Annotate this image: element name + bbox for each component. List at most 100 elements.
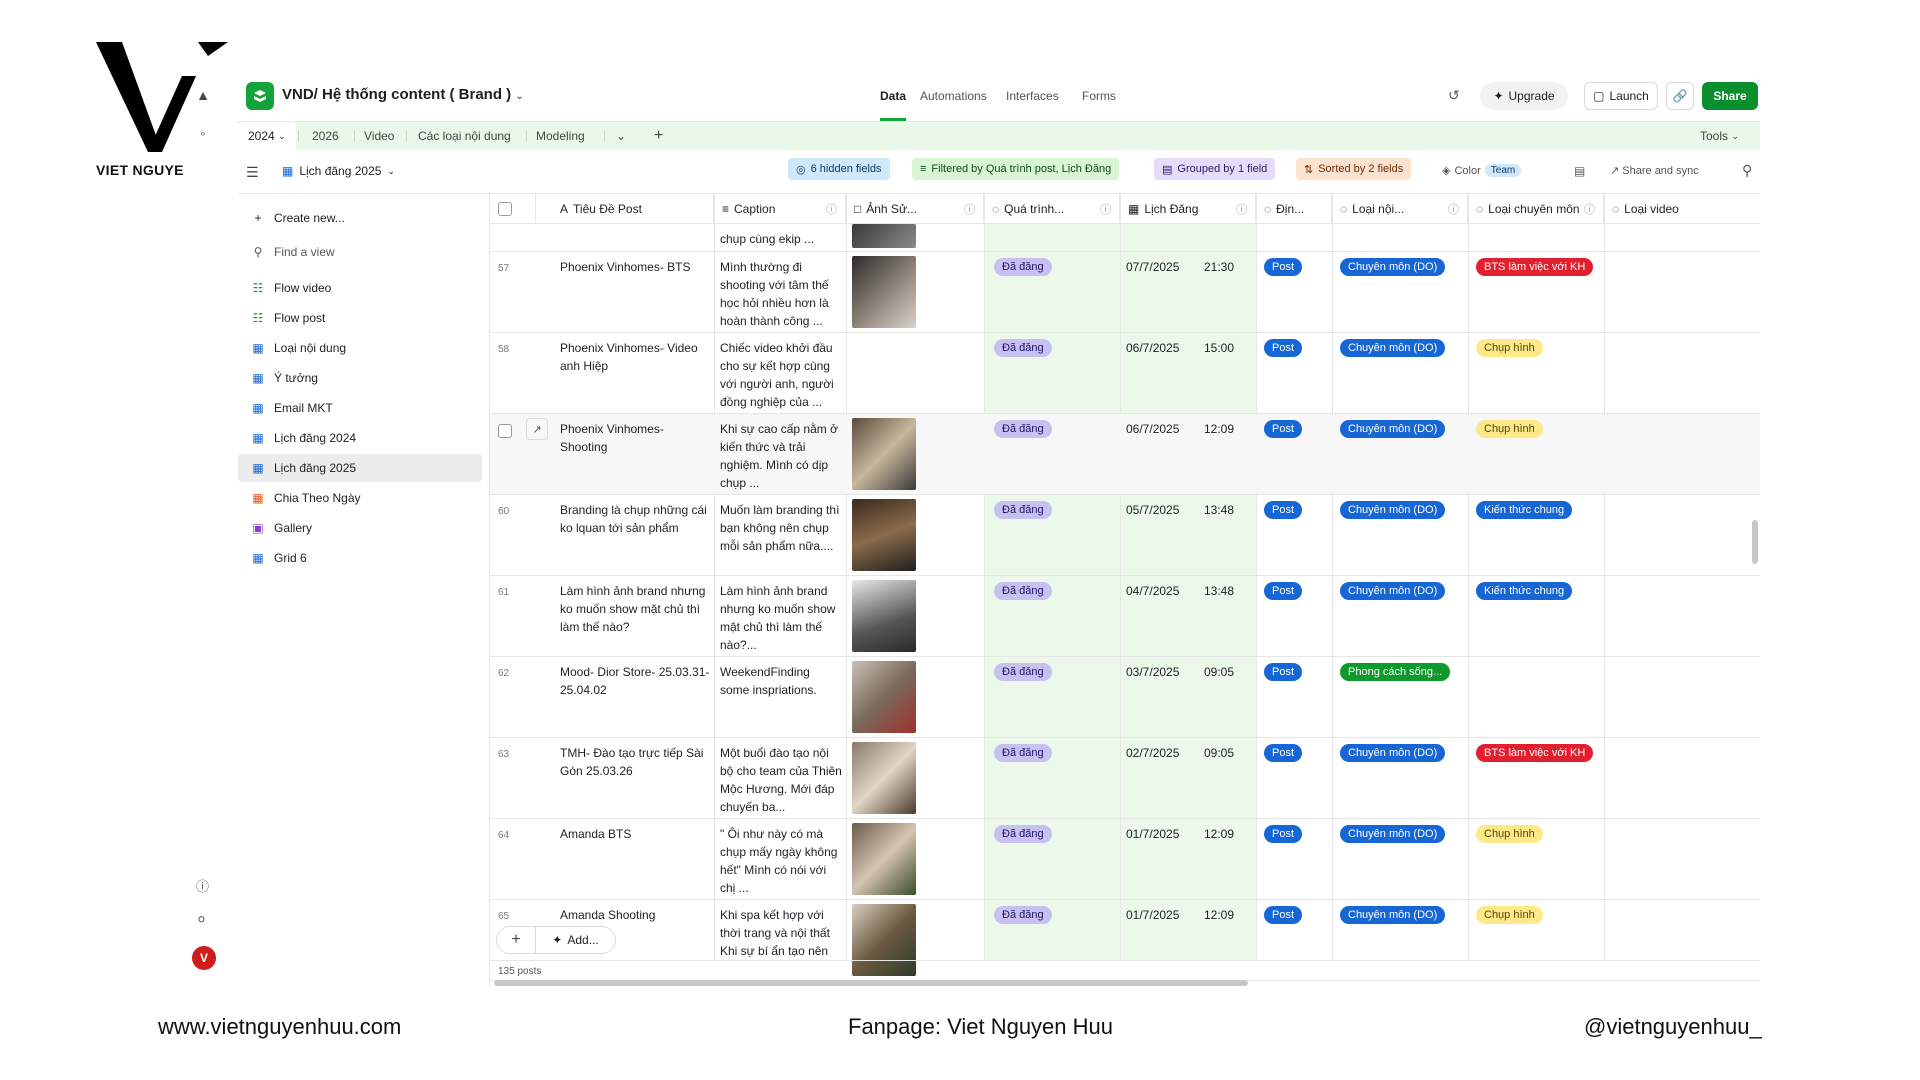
cell-time[interactable]: 12:09: [1204, 420, 1234, 438]
specialty-badge[interactable]: Chụp hình: [1476, 906, 1543, 924]
cell-title[interactable]: TMH- Đào tạo trực tiếp Sài Gòn 25.03.26: [560, 744, 710, 780]
cell-title[interactable]: Amanda Shooting: [560, 906, 710, 924]
cell-time[interactable]: 13:48: [1204, 501, 1234, 519]
specialty-badge[interactable]: Chụp hình: [1476, 339, 1543, 357]
copy-link-button[interactable]: 🔗: [1666, 82, 1694, 110]
status-badge[interactable]: Đã đăng: [994, 744, 1052, 762]
status-badge[interactable]: Đã đăng: [994, 663, 1052, 681]
cell-time[interactable]: 21:30: [1204, 258, 1234, 276]
share-button[interactable]: Share: [1702, 82, 1758, 110]
sidebar-item-ideas[interactable]: ▦ Ý tưởng: [238, 364, 482, 392]
cell-date[interactable]: 03/7/2025: [1126, 663, 1179, 681]
specialty-badge[interactable]: Chụp hình: [1476, 420, 1543, 438]
add-with-ai-button[interactable]: ✦ Add...: [536, 926, 616, 954]
cell-caption[interactable]: chụp cùng ekip ...: [720, 230, 842, 248]
format-badge[interactable]: Post: [1264, 825, 1303, 843]
help-icon[interactable]: ⓘ: [196, 876, 209, 895]
cell-date[interactable]: 06/7/2025: [1126, 339, 1179, 357]
share-sync-button[interactable]: ↗ Share and sync: [1610, 164, 1699, 177]
cell-title[interactable]: Làm hình ảnh brand nhưng ko muốn show mặ…: [560, 582, 710, 636]
tab-content-types[interactable]: Các loại nội dung: [408, 122, 521, 150]
vertical-scrollbar[interactable]: [1752, 520, 1758, 564]
format-badge[interactable]: Post: [1264, 906, 1303, 924]
image-thumbnail[interactable]: [852, 580, 916, 652]
nav-interfaces[interactable]: Interfaces: [1006, 89, 1059, 103]
cell-caption[interactable]: Khi sự cao cấp nằm ở kiến thức và trải n…: [720, 420, 842, 492]
specialty-badge[interactable]: BTS làm việc với KH: [1476, 258, 1594, 276]
group-button[interactable]: ▤ Grouped by 1 field: [1154, 158, 1276, 180]
bell-icon[interactable]: ⚪: [196, 912, 207, 928]
content-type-badge[interactable]: Chuyên môn (DO): [1340, 744, 1446, 762]
cell-time[interactable]: 13:48: [1204, 582, 1234, 600]
specialty-badge[interactable]: Chụp hình: [1476, 825, 1543, 843]
upgrade-button[interactable]: ✦ Upgrade: [1480, 82, 1568, 110]
sidebar-item-schedule-2024[interactable]: ▦ Lịch đăng 2024: [238, 424, 482, 452]
content-type-badge[interactable]: Chuyên môn (DO): [1340, 420, 1446, 438]
cell-time[interactable]: 12:09: [1204, 825, 1234, 843]
content-type-badge[interactable]: Chuyên môn (DO): [1340, 501, 1446, 519]
specialty-badge[interactable]: BTS làm việc với KH: [1476, 744, 1594, 762]
sidebar-item-email-mkt[interactable]: ▦ Email MKT: [238, 394, 482, 422]
status-badge[interactable]: Đã đăng: [994, 582, 1052, 600]
cell-caption[interactable]: WeekendFinding some inspriations.: [720, 663, 842, 735]
cell-title[interactable]: Amanda BTS: [560, 825, 710, 843]
status-badge[interactable]: Đã đăng: [994, 420, 1052, 438]
tab-modeling[interactable]: Modeling: [526, 122, 595, 150]
cell-time[interactable]: 15:00: [1204, 339, 1234, 357]
content-type-badge[interactable]: Chuyên môn (DO): [1340, 906, 1446, 924]
format-badge[interactable]: Post: [1264, 420, 1303, 438]
hide-fields-button[interactable]: ◎ 6 hidden fields: [788, 158, 890, 180]
cell-title[interactable]: Phoenix Vinhomes- BTS: [560, 258, 710, 276]
workspace-icon[interactable]: ◦: [192, 122, 214, 144]
cell-caption[interactable]: Chiếc video khởi đầu cho sự kết hợp cùng…: [720, 339, 842, 411]
tab-2026[interactable]: 2026: [302, 122, 349, 150]
cell-date[interactable]: 07/7/2025: [1126, 258, 1179, 276]
history-icon[interactable]: ↺: [1448, 87, 1460, 104]
tab-2024[interactable]: 2024 ⌄: [238, 122, 296, 150]
format-badge[interactable]: Post: [1264, 501, 1303, 519]
column-header-format[interactable]: ◌ Địn...: [1256, 194, 1332, 224]
image-thumbnail[interactable]: [852, 823, 916, 895]
avatar[interactable]: V: [192, 946, 216, 970]
column-header-specialty[interactable]: ◌ Loại chuyên môn ⓘ: [1468, 194, 1604, 224]
status-badge[interactable]: Đã đăng: [994, 501, 1052, 519]
nav-automations[interactable]: Automations: [920, 89, 987, 103]
content-type-badge[interactable]: Chuyên môn (DO): [1340, 582, 1446, 600]
cell-date[interactable]: 05/7/2025: [1126, 501, 1179, 519]
content-type-badge[interactable]: Chuyên môn (DO): [1340, 825, 1446, 843]
status-badge[interactable]: Đã đăng: [994, 906, 1052, 924]
tools-button[interactable]: Tools ⌄: [1700, 122, 1739, 150]
menu-icon[interactable]: ☰: [246, 164, 259, 181]
format-badge[interactable]: Post: [1264, 258, 1303, 276]
filter-button[interactable]: ≡ Filtered by Quá trình post, Lịch Đăng: [912, 158, 1120, 180]
cell-date[interactable]: 01/7/2025: [1126, 825, 1179, 843]
specialty-badge[interactable]: Kiến thức chung: [1476, 582, 1573, 600]
select-all-header[interactable]: [490, 194, 536, 224]
content-type-badge[interactable]: Chuyên môn (DO): [1340, 339, 1446, 357]
column-header-video-type[interactable]: ◌ Loại video: [1604, 194, 1760, 224]
base-title[interactable]: VND/ Hệ thống content ( Brand ) ⌄: [282, 86, 524, 103]
sidebar-item-content-types[interactable]: ▦ Loại nội dung: [238, 334, 482, 362]
column-header-date[interactable]: ▦ Lịch Đăng ⓘ: [1120, 194, 1256, 224]
status-badge[interactable]: Đã đăng: [994, 825, 1052, 843]
format-badge[interactable]: Post: [1264, 744, 1303, 762]
cell-caption[interactable]: Muốn làm branding thì bạn không nên chụp…: [720, 501, 842, 573]
cell-date[interactable]: 06/7/2025: [1126, 420, 1179, 438]
add-table-button[interactable]: +: [644, 122, 673, 150]
content-type-badge[interactable]: Phong cách sống...: [1340, 663, 1451, 681]
tab-video[interactable]: Video: [354, 122, 404, 150]
cell-caption[interactable]: Làm hình ảnh brand nhưng ko muốn show mặ…: [720, 582, 842, 654]
row-height-icon[interactable]: ▤: [1574, 164, 1585, 178]
cell-time[interactable]: 09:05: [1204, 663, 1234, 681]
cell-caption[interactable]: " Ôi như này có mà chụp mấy ngày không h…: [720, 825, 842, 897]
format-badge[interactable]: Post: [1264, 582, 1303, 600]
cell-date[interactable]: 04/7/2025: [1126, 582, 1179, 600]
sidebar-item-gallery[interactable]: ▣ Gallery: [238, 514, 482, 542]
sidebar-item-grid-6[interactable]: ▦ Grid 6: [238, 544, 482, 572]
column-header-title[interactable]: A Tiêu Đề Post: [536, 194, 714, 224]
image-thumbnail[interactable]: [852, 742, 916, 814]
column-header-caption[interactable]: ≡ Caption ⓘ: [714, 194, 846, 224]
sidebar-item-flow-post[interactable]: ☷ Flow post: [238, 304, 482, 332]
launch-button[interactable]: ▢ Launch: [1584, 82, 1658, 110]
column-header-image[interactable]: □ Ảnh Sử... ⓘ: [846, 194, 984, 224]
